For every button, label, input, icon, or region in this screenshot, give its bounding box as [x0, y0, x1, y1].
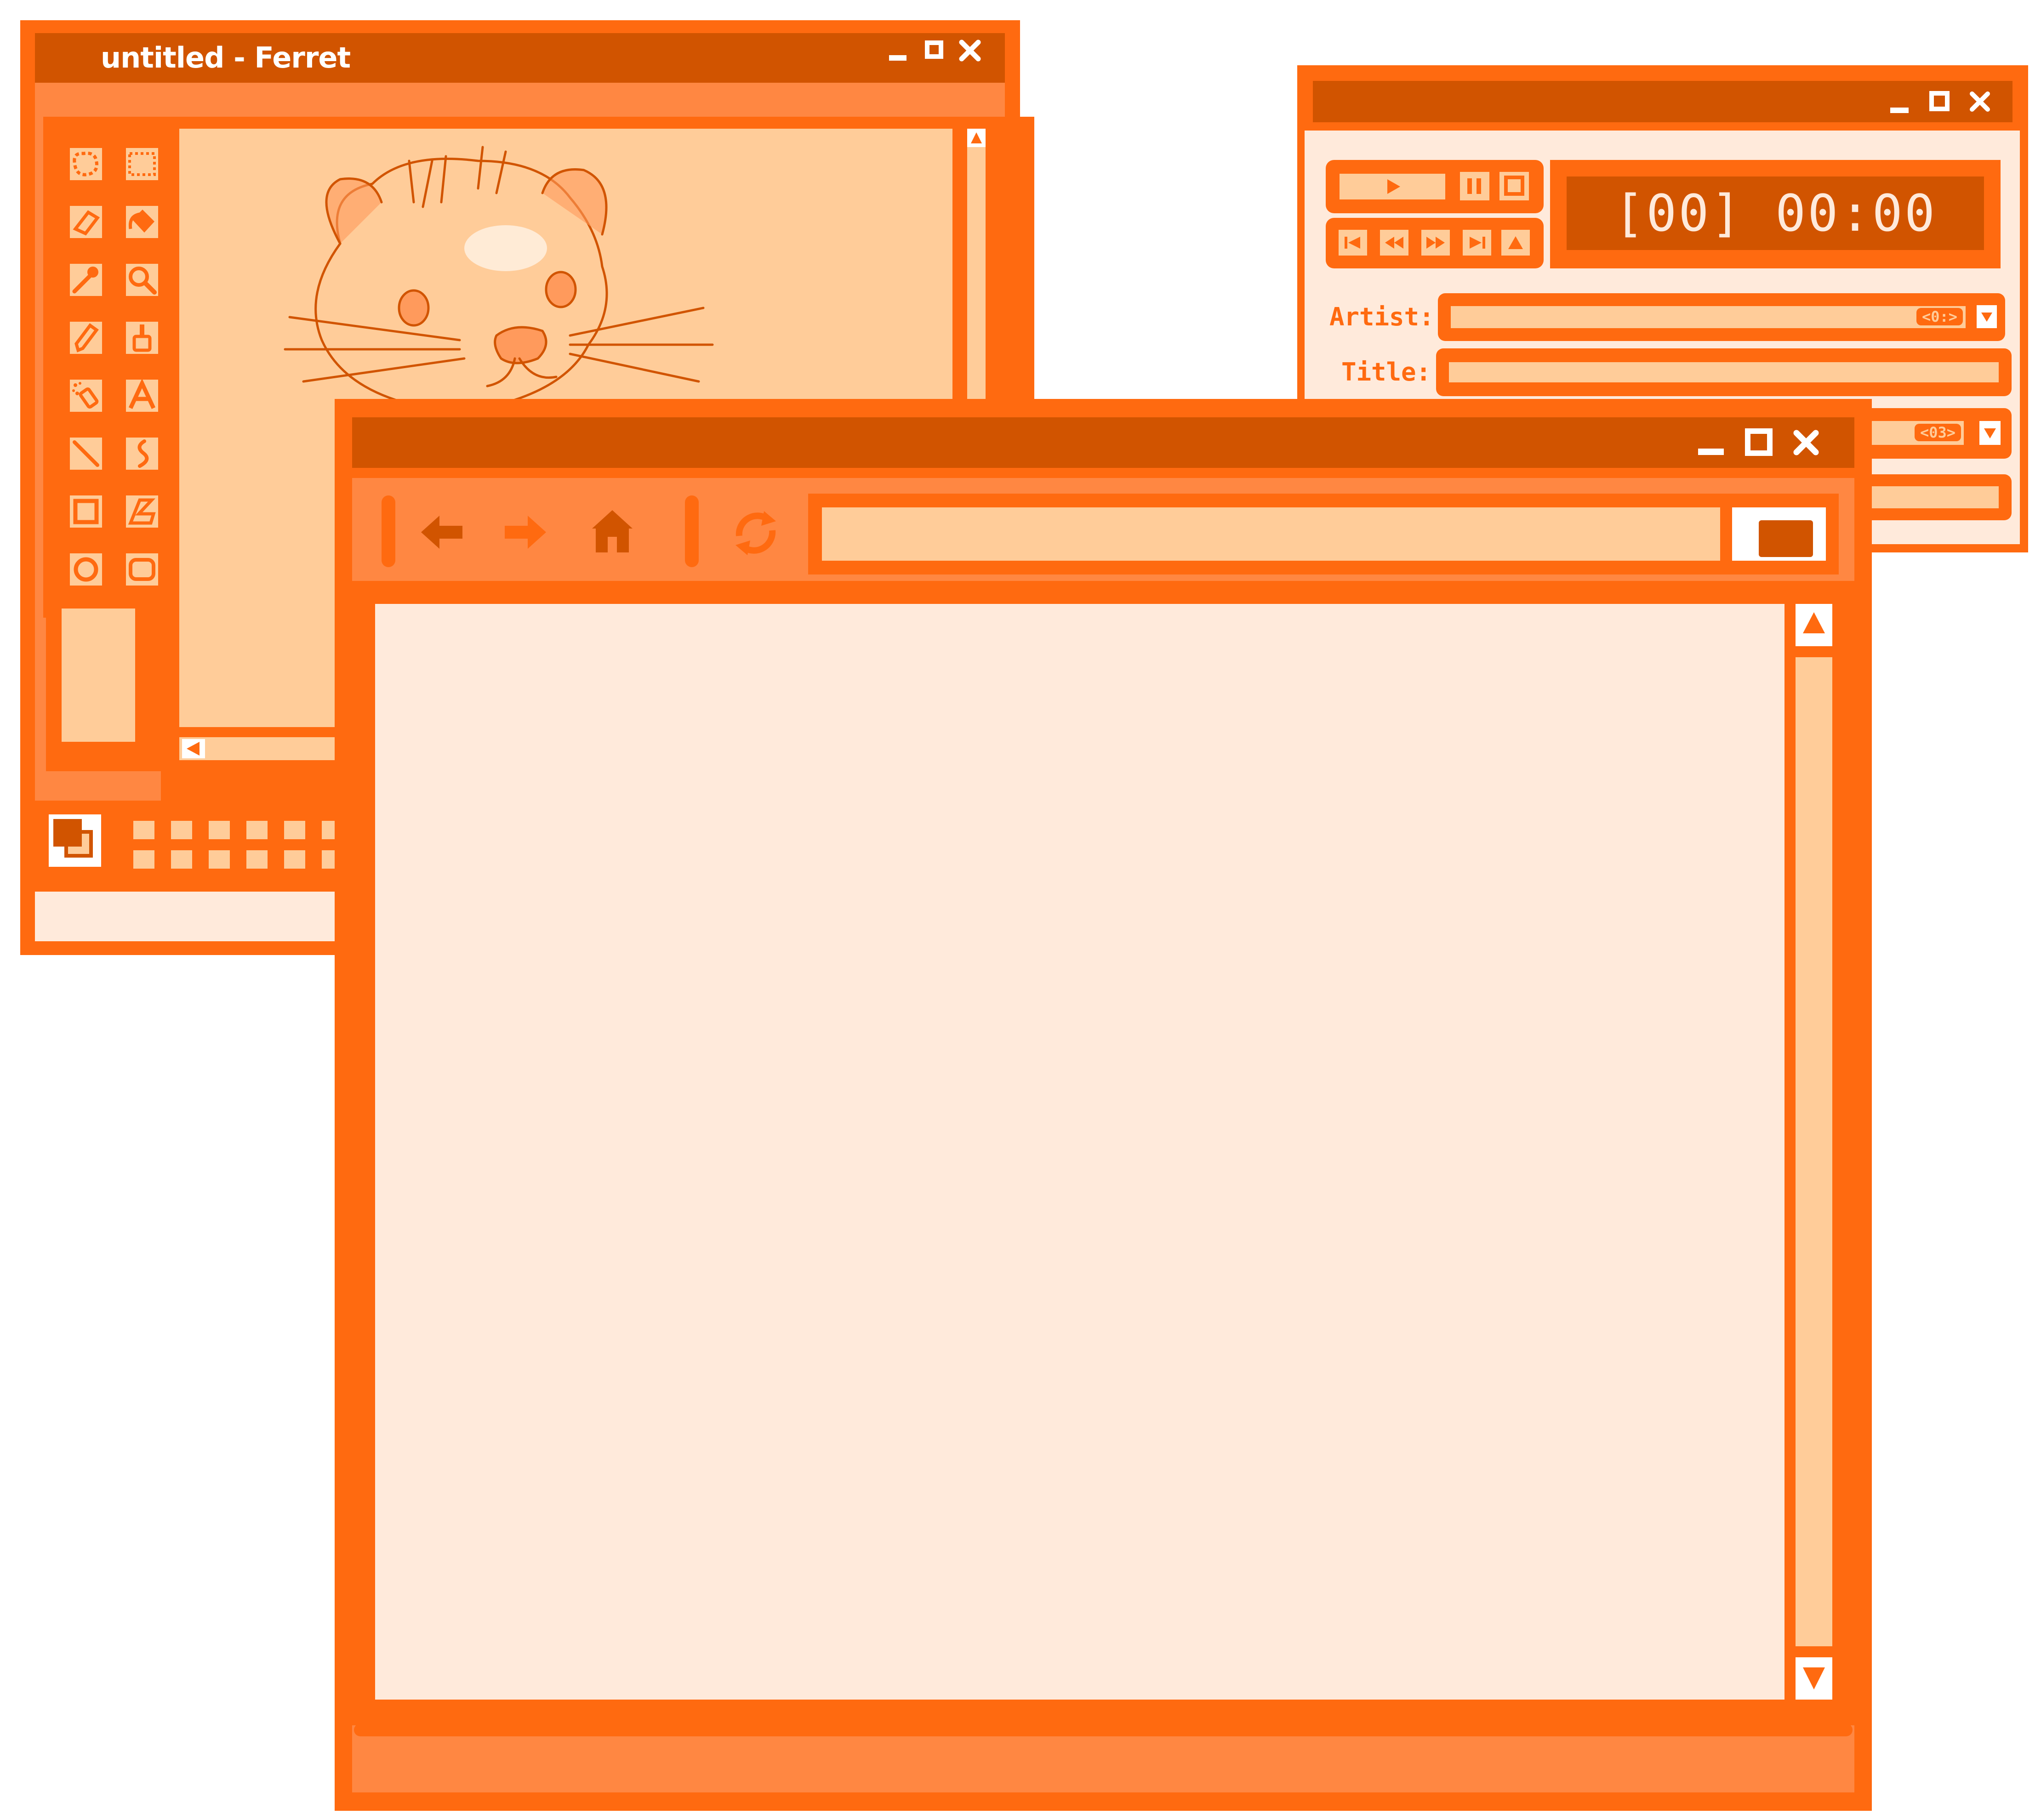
ferret-drawing — [284, 146, 714, 410]
palette-swatch[interactable] — [246, 850, 268, 869]
rounded-rect-icon[interactable] — [121, 549, 163, 590]
palette-swatch[interactable] — [171, 821, 192, 839]
palette-swatch[interactable] — [133, 850, 154, 869]
fast-forward-icon[interactable] — [1421, 230, 1450, 256]
play-button[interactable] — [1340, 174, 1445, 199]
time-display-text: [00] 00:00 — [1613, 184, 1937, 243]
scrollbar-divider — [1796, 1646, 1832, 1657]
free-select-icon[interactable] — [65, 143, 107, 185]
pause-button[interactable] — [1460, 172, 1489, 200]
toolbox — [43, 117, 181, 618]
brush-icon[interactable] — [121, 317, 163, 358]
palette-swatch[interactable] — [246, 821, 268, 839]
title-label: Title: — [1341, 358, 1431, 387]
palette-swatch[interactable] — [209, 850, 230, 869]
artist-label: Artist: — [1329, 302, 1434, 331]
player-titlebar — [1313, 81, 2012, 122]
play-icon — [1387, 179, 1400, 194]
pencil-icon[interactable] — [65, 317, 107, 358]
magnifier-icon[interactable] — [121, 259, 163, 301]
browser-window — [335, 399, 1872, 1811]
address-bar[interactable] — [822, 507, 1720, 561]
palette-swatch[interactable] — [284, 850, 305, 869]
go-button[interactable] — [1732, 507, 1826, 561]
scroll-up-icon[interactable] — [967, 129, 986, 147]
text-icon[interactable] — [121, 375, 163, 416]
minimize-icon[interactable] — [1890, 108, 1909, 113]
album-dropdown-icon[interactable] — [1979, 421, 2001, 445]
minimize-icon[interactable] — [889, 55, 906, 61]
minimize-icon[interactable] — [1698, 449, 1724, 455]
address-bar-frame — [808, 494, 1839, 574]
artist-field[interactable]: <0:> — [1438, 293, 2005, 341]
browser-titlebar — [352, 417, 1854, 468]
current-colors-icon[interactable] — [45, 811, 105, 870]
scroll-down-icon[interactable] — [1796, 1657, 1832, 1700]
browser-content[interactable] — [375, 604, 1784, 1700]
close-icon[interactable] — [958, 39, 982, 63]
home-icon[interactable] — [589, 506, 635, 557]
scrollbar-divider — [1796, 646, 1832, 657]
last-icon[interactable] — [1463, 230, 1491, 256]
paint-menubar — [35, 83, 1005, 119]
scroll-up-icon[interactable] — [1796, 604, 1832, 646]
eraser-icon[interactable] — [65, 201, 107, 243]
polygon-icon[interactable] — [121, 491, 163, 532]
go-icon — [1759, 520, 1813, 557]
palette-swatch[interactable] — [209, 821, 230, 839]
maximize-icon[interactable] — [1929, 91, 1950, 111]
maximize-icon[interactable] — [925, 40, 943, 59]
title-field[interactable] — [1436, 348, 2012, 396]
scroll-left-icon[interactable] — [182, 739, 205, 758]
back-arrow-icon[interactable] — [416, 509, 467, 555]
paint-window-title: untitled - Ferret — [101, 41, 351, 74]
curve-icon[interactable] — [121, 433, 163, 474]
toolbar-separator — [382, 495, 395, 567]
first-icon[interactable] — [1339, 230, 1367, 256]
time-display: [00] 00:00 — [1567, 176, 1984, 250]
statusbar-divider — [354, 1723, 1853, 1736]
fill-bucket-icon[interactable] — [121, 201, 163, 243]
maximize-icon[interactable] — [1745, 428, 1773, 456]
tool-options-panel — [46, 593, 173, 771]
reload-icon[interactable] — [728, 502, 783, 564]
second-badge: <03> — [1914, 424, 1961, 441]
transport-controls — [1326, 160, 1544, 213]
browser-vertical-scrollbar[interactable] — [1796, 604, 1832, 1700]
airbrush-icon[interactable] — [65, 375, 107, 416]
line-icon[interactable] — [65, 433, 107, 474]
time-display-frame: [00] 00:00 — [1550, 160, 2001, 268]
eyedropper-icon[interactable] — [65, 259, 107, 301]
rectangle-icon[interactable] — [65, 491, 107, 532]
palette-swatch[interactable] — [284, 821, 305, 839]
toolbar-separator — [685, 495, 699, 567]
palette-swatch[interactable] — [133, 821, 154, 839]
ellipse-icon[interactable] — [65, 549, 107, 590]
eject-icon[interactable] — [1501, 230, 1530, 256]
stop-button[interactable] — [1499, 172, 1529, 200]
artist-badge: <0:> — [1916, 308, 1963, 325]
artist-dropdown-icon[interactable] — [1977, 305, 1997, 328]
navigation-controls — [1326, 218, 1544, 268]
forward-arrow-icon[interactable] — [500, 509, 551, 555]
rewind-icon[interactable] — [1380, 230, 1408, 256]
close-icon[interactable] — [1968, 90, 1991, 113]
palette-swatch[interactable] — [171, 850, 192, 869]
close-icon[interactable] — [1792, 428, 1820, 457]
rect-select-icon[interactable] — [121, 143, 163, 185]
